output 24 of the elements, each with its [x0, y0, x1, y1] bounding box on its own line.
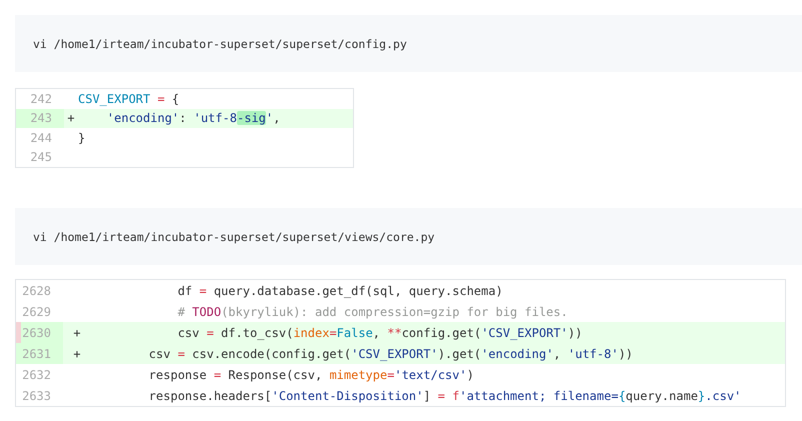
added-marker: +	[73, 346, 81, 360]
line-number: 2630	[16, 322, 63, 343]
added-marker: +	[73, 326, 81, 340]
line-number: 243	[16, 108, 64, 128]
line-number: 2633	[21, 388, 52, 404]
line-number: 2628	[21, 282, 52, 300]
code-text: df = query.database.get_df(sql, query.schema)	[176, 284, 503, 298]
line-number: 244	[29, 130, 53, 147]
line-number: 2632	[21, 366, 52, 384]
code-text: response.headers['Content-Disposition'] = f'attachment; filename={query.name}.csv'	[148, 388, 742, 402]
code-text: 'encoding': 'utf-8-sig',	[106, 111, 280, 126]
code-text: csv = df.to_csv(index=False, **config.get('CSV_EXPORT'))	[176, 326, 582, 340]
code-text: response = Response(csv, mimetype='text/csv')	[148, 368, 474, 382]
line-number: 2629	[21, 304, 52, 320]
line-number: 242	[29, 90, 53, 108]
command-text: vi /home1/irteam/incubator-superset/superset/views/core.py	[33, 230, 435, 244]
added-marker: +	[67, 111, 75, 126]
code-text: # TODO(bkyryliuk): add compression=gzip for big files.	[176, 304, 568, 318]
line-number: 245	[29, 149, 53, 166]
code-text: CSV_EXPORT = {	[78, 92, 180, 106]
command-text: vi /home1/irteam/incubator-superset/superset/config.py	[33, 36, 407, 50]
code-text: csv = csv.encode(config.get('CSV_EXPORT').get('encoding', 'utf-8'))	[148, 346, 633, 360]
line-number: 2631	[16, 343, 63, 364]
code-text: }	[78, 130, 86, 145]
